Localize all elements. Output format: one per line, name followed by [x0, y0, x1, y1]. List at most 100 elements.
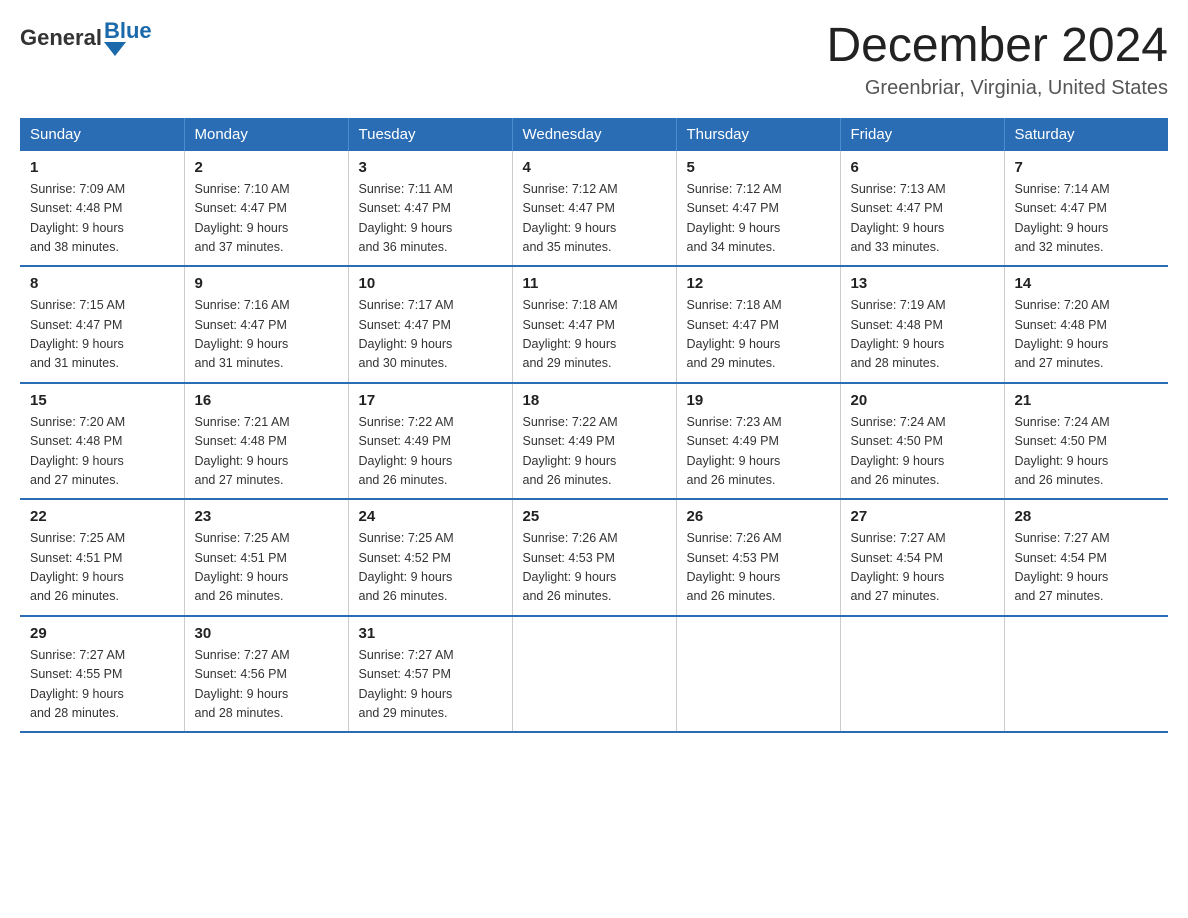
day-info: Sunrise: 7:24 AM Sunset: 4:50 PM Dayligh… [1015, 413, 1159, 491]
day-number: 8 [30, 275, 174, 292]
day-number: 28 [1015, 508, 1159, 525]
day-info: Sunrise: 7:20 AM Sunset: 4:48 PM Dayligh… [1015, 296, 1159, 374]
calendar-week-row: 1 Sunrise: 7:09 AM Sunset: 4:48 PM Dayli… [20, 151, 1168, 267]
table-row: 25 Sunrise: 7:26 AM Sunset: 4:53 PM Dayl… [512, 499, 676, 616]
table-row: 13 Sunrise: 7:19 AM Sunset: 4:48 PM Dayl… [840, 266, 1004, 383]
day-info: Sunrise: 7:14 AM Sunset: 4:47 PM Dayligh… [1015, 180, 1159, 258]
day-number: 17 [359, 392, 502, 409]
table-row: 5 Sunrise: 7:12 AM Sunset: 4:47 PM Dayli… [676, 151, 840, 267]
calendar-week-row: 8 Sunrise: 7:15 AM Sunset: 4:47 PM Dayli… [20, 266, 1168, 383]
day-number: 18 [523, 392, 666, 409]
logo-text: General Blue [20, 20, 152, 56]
table-row: 23 Sunrise: 7:25 AM Sunset: 4:51 PM Dayl… [184, 499, 348, 616]
day-info: Sunrise: 7:13 AM Sunset: 4:47 PM Dayligh… [851, 180, 994, 258]
table-row: 11 Sunrise: 7:18 AM Sunset: 4:47 PM Dayl… [512, 266, 676, 383]
day-info: Sunrise: 7:24 AM Sunset: 4:50 PM Dayligh… [851, 413, 994, 491]
day-info: Sunrise: 7:26 AM Sunset: 4:53 PM Dayligh… [523, 529, 666, 607]
day-number: 7 [1015, 159, 1159, 176]
day-number: 23 [195, 508, 338, 525]
day-number: 3 [359, 159, 502, 176]
day-number: 9 [195, 275, 338, 292]
month-title: December 2024 [826, 20, 1168, 73]
day-info: Sunrise: 7:27 AM Sunset: 4:54 PM Dayligh… [851, 529, 994, 607]
calendar-week-row: 15 Sunrise: 7:20 AM Sunset: 4:48 PM Dayl… [20, 383, 1168, 500]
location: Greenbriar, Virginia, United States [826, 77, 1168, 100]
day-info: Sunrise: 7:27 AM Sunset: 4:57 PM Dayligh… [359, 646, 502, 724]
table-row: 6 Sunrise: 7:13 AM Sunset: 4:47 PM Dayli… [840, 151, 1004, 267]
calendar-week-row: 22 Sunrise: 7:25 AM Sunset: 4:51 PM Dayl… [20, 499, 1168, 616]
title-block: December 2024 Greenbriar, Virginia, Unit… [826, 20, 1168, 100]
day-number: 24 [359, 508, 502, 525]
day-number: 31 [359, 625, 502, 642]
day-number: 10 [359, 275, 502, 292]
day-number: 29 [30, 625, 174, 642]
table-row: 4 Sunrise: 7:12 AM Sunset: 4:47 PM Dayli… [512, 151, 676, 267]
day-info: Sunrise: 7:21 AM Sunset: 4:48 PM Dayligh… [195, 413, 338, 491]
day-number: 5 [687, 159, 830, 176]
table-row: 31 Sunrise: 7:27 AM Sunset: 4:57 PM Dayl… [348, 616, 512, 733]
day-number: 6 [851, 159, 994, 176]
day-number: 27 [851, 508, 994, 525]
table-row: 22 Sunrise: 7:25 AM Sunset: 4:51 PM Dayl… [20, 499, 184, 616]
day-info: Sunrise: 7:20 AM Sunset: 4:48 PM Dayligh… [30, 413, 174, 491]
day-info: Sunrise: 7:22 AM Sunset: 4:49 PM Dayligh… [359, 413, 502, 491]
col-friday: Friday [840, 118, 1004, 151]
table-row: 3 Sunrise: 7:11 AM Sunset: 4:47 PM Dayli… [348, 151, 512, 267]
table-row: 17 Sunrise: 7:22 AM Sunset: 4:49 PM Dayl… [348, 383, 512, 500]
day-number: 16 [195, 392, 338, 409]
table-row: 14 Sunrise: 7:20 AM Sunset: 4:48 PM Dayl… [1004, 266, 1168, 383]
day-info: Sunrise: 7:15 AM Sunset: 4:47 PM Dayligh… [30, 296, 174, 374]
table-row: 8 Sunrise: 7:15 AM Sunset: 4:47 PM Dayli… [20, 266, 184, 383]
table-row: 1 Sunrise: 7:09 AM Sunset: 4:48 PM Dayli… [20, 151, 184, 267]
day-info: Sunrise: 7:19 AM Sunset: 4:48 PM Dayligh… [851, 296, 994, 374]
table-row [512, 616, 676, 733]
col-tuesday: Tuesday [348, 118, 512, 151]
day-info: Sunrise: 7:12 AM Sunset: 4:47 PM Dayligh… [687, 180, 830, 258]
table-row: 20 Sunrise: 7:24 AM Sunset: 4:50 PM Dayl… [840, 383, 1004, 500]
day-info: Sunrise: 7:26 AM Sunset: 4:53 PM Dayligh… [687, 529, 830, 607]
day-info: Sunrise: 7:23 AM Sunset: 4:49 PM Dayligh… [687, 413, 830, 491]
day-info: Sunrise: 7:22 AM Sunset: 4:49 PM Dayligh… [523, 413, 666, 491]
table-row: 18 Sunrise: 7:22 AM Sunset: 4:49 PM Dayl… [512, 383, 676, 500]
table-row: 7 Sunrise: 7:14 AM Sunset: 4:47 PM Dayli… [1004, 151, 1168, 267]
calendar-header-row: Sunday Monday Tuesday Wednesday Thursday… [20, 118, 1168, 151]
table-row: 21 Sunrise: 7:24 AM Sunset: 4:50 PM Dayl… [1004, 383, 1168, 500]
table-row: 29 Sunrise: 7:27 AM Sunset: 4:55 PM Dayl… [20, 616, 184, 733]
table-row: 10 Sunrise: 7:17 AM Sunset: 4:47 PM Dayl… [348, 266, 512, 383]
day-number: 13 [851, 275, 994, 292]
day-info: Sunrise: 7:10 AM Sunset: 4:47 PM Dayligh… [195, 180, 338, 258]
day-info: Sunrise: 7:25 AM Sunset: 4:51 PM Dayligh… [30, 529, 174, 607]
table-row [676, 616, 840, 733]
table-row: 12 Sunrise: 7:18 AM Sunset: 4:47 PM Dayl… [676, 266, 840, 383]
day-number: 15 [30, 392, 174, 409]
day-info: Sunrise: 7:27 AM Sunset: 4:56 PM Dayligh… [195, 646, 338, 724]
day-info: Sunrise: 7:25 AM Sunset: 4:52 PM Dayligh… [359, 529, 502, 607]
calendar-week-row: 29 Sunrise: 7:27 AM Sunset: 4:55 PM Dayl… [20, 616, 1168, 733]
day-info: Sunrise: 7:25 AM Sunset: 4:51 PM Dayligh… [195, 529, 338, 607]
day-number: 2 [195, 159, 338, 176]
day-number: 21 [1015, 392, 1159, 409]
table-row: 16 Sunrise: 7:21 AM Sunset: 4:48 PM Dayl… [184, 383, 348, 500]
col-wednesday: Wednesday [512, 118, 676, 151]
day-number: 30 [195, 625, 338, 642]
table-row [840, 616, 1004, 733]
col-monday: Monday [184, 118, 348, 151]
day-number: 25 [523, 508, 666, 525]
col-sunday: Sunday [20, 118, 184, 151]
logo-general: General [20, 26, 102, 50]
day-number: 26 [687, 508, 830, 525]
day-number: 11 [523, 275, 666, 292]
day-info: Sunrise: 7:09 AM Sunset: 4:48 PM Dayligh… [30, 180, 174, 258]
table-row: 2 Sunrise: 7:10 AM Sunset: 4:47 PM Dayli… [184, 151, 348, 267]
day-info: Sunrise: 7:16 AM Sunset: 4:47 PM Dayligh… [195, 296, 338, 374]
day-number: 12 [687, 275, 830, 292]
table-row: 27 Sunrise: 7:27 AM Sunset: 4:54 PM Dayl… [840, 499, 1004, 616]
table-row: 28 Sunrise: 7:27 AM Sunset: 4:54 PM Dayl… [1004, 499, 1168, 616]
logo-blue-text: Blue [104, 20, 152, 42]
day-number: 1 [30, 159, 174, 176]
day-info: Sunrise: 7:11 AM Sunset: 4:47 PM Dayligh… [359, 180, 502, 258]
day-number: 14 [1015, 275, 1159, 292]
day-info: Sunrise: 7:27 AM Sunset: 4:55 PM Dayligh… [30, 646, 174, 724]
col-thursday: Thursday [676, 118, 840, 151]
day-number: 19 [687, 392, 830, 409]
